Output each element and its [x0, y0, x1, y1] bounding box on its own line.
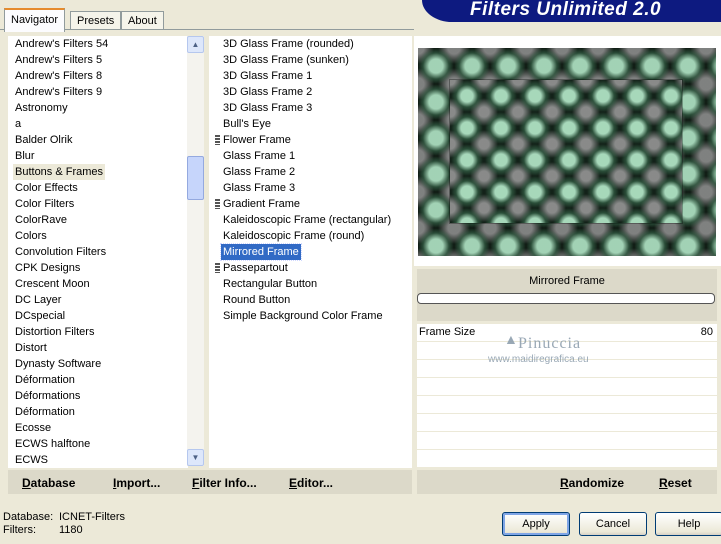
- filter-item[interactable]: Rectangular Button: [221, 276, 319, 292]
- category-item[interactable]: Dynasty Software: [13, 356, 103, 372]
- category-item[interactable]: Buttons & Frames: [13, 164, 106, 180]
- filter-list: 3D Glass Frame (rounded) 3D Glass Frame (…: [209, 36, 412, 468]
- help-button[interactable]: Help: [655, 512, 721, 536]
- filter-editor-icon: [215, 135, 220, 145]
- category-item[interactable]: Balder Olrik: [13, 132, 74, 148]
- tab-presets[interactable]: Presets: [70, 11, 122, 30]
- database-value: ICNET-Filters: [59, 511, 125, 523]
- category-item[interactable]: DCspecial: [13, 308, 67, 324]
- filter-item[interactable]: Kaleidoscopic Frame (rectangular): [221, 212, 393, 228]
- filter-editor-icon: [215, 263, 220, 273]
- preview-frame-center: [450, 80, 682, 223]
- database-label: Database:: [3, 511, 54, 523]
- param-value[interactable]: 80: [701, 326, 713, 338]
- filter-item[interactable]: 3D Glass Frame (rounded): [221, 36, 356, 52]
- category-item[interactable]: Andrew's Filters 5: [13, 52, 104, 68]
- filter-item[interactable]: Glass Frame 1: [221, 148, 297, 164]
- filter-item[interactable]: Passepartout: [221, 260, 290, 276]
- watermark-arrow-icon: ▲: [504, 331, 518, 347]
- tab-about[interactable]: About: [121, 11, 164, 30]
- filters-count: 1180: [59, 524, 83, 536]
- filter-item[interactable]: Mirrored Frame: [220, 243, 302, 261]
- editor-button[interactable]: Editor...: [289, 476, 333, 490]
- category-item[interactable]: ColorRave: [13, 212, 69, 228]
- category-item[interactable]: Astronomy: [13, 100, 70, 116]
- filter-editor-icon: [215, 199, 220, 209]
- scroll-up-button[interactable]: ▲: [187, 36, 204, 53]
- category-item[interactable]: ECWS halftone: [13, 436, 92, 452]
- category-item[interactable]: Blur: [13, 148, 37, 164]
- database-button[interactable]: Database: [22, 476, 75, 490]
- category-item[interactable]: Andrew's Filters 9: [13, 84, 104, 100]
- category-item[interactable]: CPK Designs: [13, 260, 82, 276]
- category-item[interactable]: Color Filters: [13, 196, 76, 212]
- filter-item[interactable]: 3D Glass Frame 1: [221, 68, 314, 84]
- category-scrollbar[interactable]: ▲ ▼: [187, 36, 204, 466]
- category-item[interactable]: Colors: [13, 228, 49, 244]
- filter-item[interactable]: Kaleidoscopic Frame (round): [221, 228, 366, 244]
- category-item[interactable]: Déformation: [13, 372, 77, 388]
- watermark-url: www.maidiregrafica.eu: [488, 354, 589, 365]
- filters-label: Filters:: [3, 524, 36, 536]
- category-item[interactable]: Andrew's Filters 54: [13, 36, 110, 52]
- filter-item[interactable]: Bull's Eye: [221, 116, 273, 132]
- param-row-empty: [417, 450, 717, 468]
- watermark-name: Pinuccia: [518, 335, 582, 352]
- filter-item[interactable]: Glass Frame 3: [221, 180, 297, 196]
- filter-item[interactable]: Round Button: [221, 292, 292, 308]
- category-item[interactable]: a: [13, 116, 23, 132]
- category-item[interactable]: Déformation: [13, 404, 77, 420]
- filter-info-box: Mirrored Frame: [417, 269, 717, 321]
- category-item[interactable]: Distortion Filters: [13, 324, 96, 340]
- status-area: Database: ICNET-Filters Filters: 1180: [3, 511, 125, 537]
- category-item[interactable]: DC Layer: [13, 292, 63, 308]
- filter-item[interactable]: Flower Frame: [221, 132, 293, 148]
- filter-item[interactable]: Simple Background Color Frame: [221, 308, 385, 324]
- filter-item[interactable]: Gradient Frame: [221, 196, 302, 212]
- randomize-button[interactable]: Randomize: [560, 476, 624, 490]
- scroll-thumb[interactable]: [187, 156, 204, 200]
- preview-image: [418, 48, 716, 256]
- app-title: Filters Unlimited 2.0: [470, 0, 662, 20]
- param-row-empty: [417, 432, 717, 450]
- progress-bar: [417, 293, 715, 304]
- filter-item[interactable]: 3D Glass Frame (sunken): [221, 52, 351, 68]
- scroll-down-button[interactable]: ▼: [187, 449, 204, 466]
- category-item[interactable]: Distort: [13, 340, 49, 356]
- import-button[interactable]: Import...: [113, 476, 160, 490]
- tab-navigator[interactable]: Navigator: [4, 8, 66, 32]
- param-row-empty: [417, 414, 717, 432]
- reset-button[interactable]: Reset: [659, 476, 692, 490]
- category-item[interactable]: Crescent Moon: [13, 276, 92, 292]
- category-item[interactable]: Déformations: [13, 388, 82, 404]
- param-row-empty: [417, 396, 717, 414]
- current-filter-name: Mirrored Frame: [529, 275, 605, 287]
- category-item[interactable]: Color Effects: [13, 180, 80, 196]
- category-item[interactable]: Convolution Filters: [13, 244, 108, 260]
- apply-button[interactable]: Apply: [502, 512, 570, 536]
- filter-item[interactable]: Glass Frame 2: [221, 164, 297, 180]
- param-row-empty: [417, 378, 717, 396]
- category-list: Andrew's Filters 54 Andrew's Filters 5 And…: [8, 36, 188, 468]
- category-item[interactable]: Ecosse: [13, 420, 53, 436]
- cancel-button[interactable]: Cancel: [579, 512, 647, 536]
- filter-item[interactable]: 3D Glass Frame 3: [221, 100, 314, 116]
- filter-info-button[interactable]: Filter Info...: [192, 476, 257, 490]
- category-item[interactable]: Andrew's Filters 8: [13, 68, 104, 84]
- param-label: Frame Size: [419, 326, 476, 338]
- filter-item[interactable]: 3D Glass Frame 2: [221, 84, 314, 100]
- category-item[interactable]: ECWS: [13, 452, 50, 468]
